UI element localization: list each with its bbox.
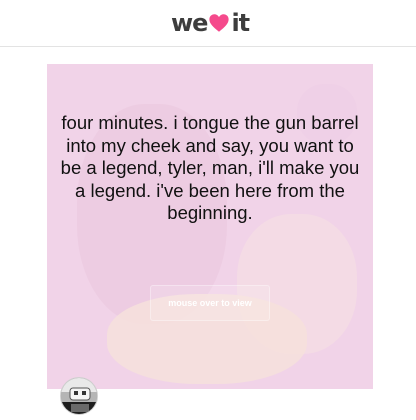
logo-text-it: it — [231, 9, 250, 37]
avatar-image — [61, 378, 97, 414]
quote-text: four minutes. i tongue the gun barrel in… — [60, 112, 360, 223]
heart-icon — [208, 12, 230, 34]
post-image[interactable]: four minutes. i tongue the gun barrel in… — [47, 64, 373, 389]
user-avatar[interactable] — [60, 377, 98, 415]
top-header: we it — [0, 0, 416, 47]
logo-text-we: we — [171, 9, 208, 37]
weheartit-logo[interactable]: we it — [171, 9, 250, 37]
mouse-over-to-view-button[interactable]: mouse over to view — [150, 285, 270, 321]
